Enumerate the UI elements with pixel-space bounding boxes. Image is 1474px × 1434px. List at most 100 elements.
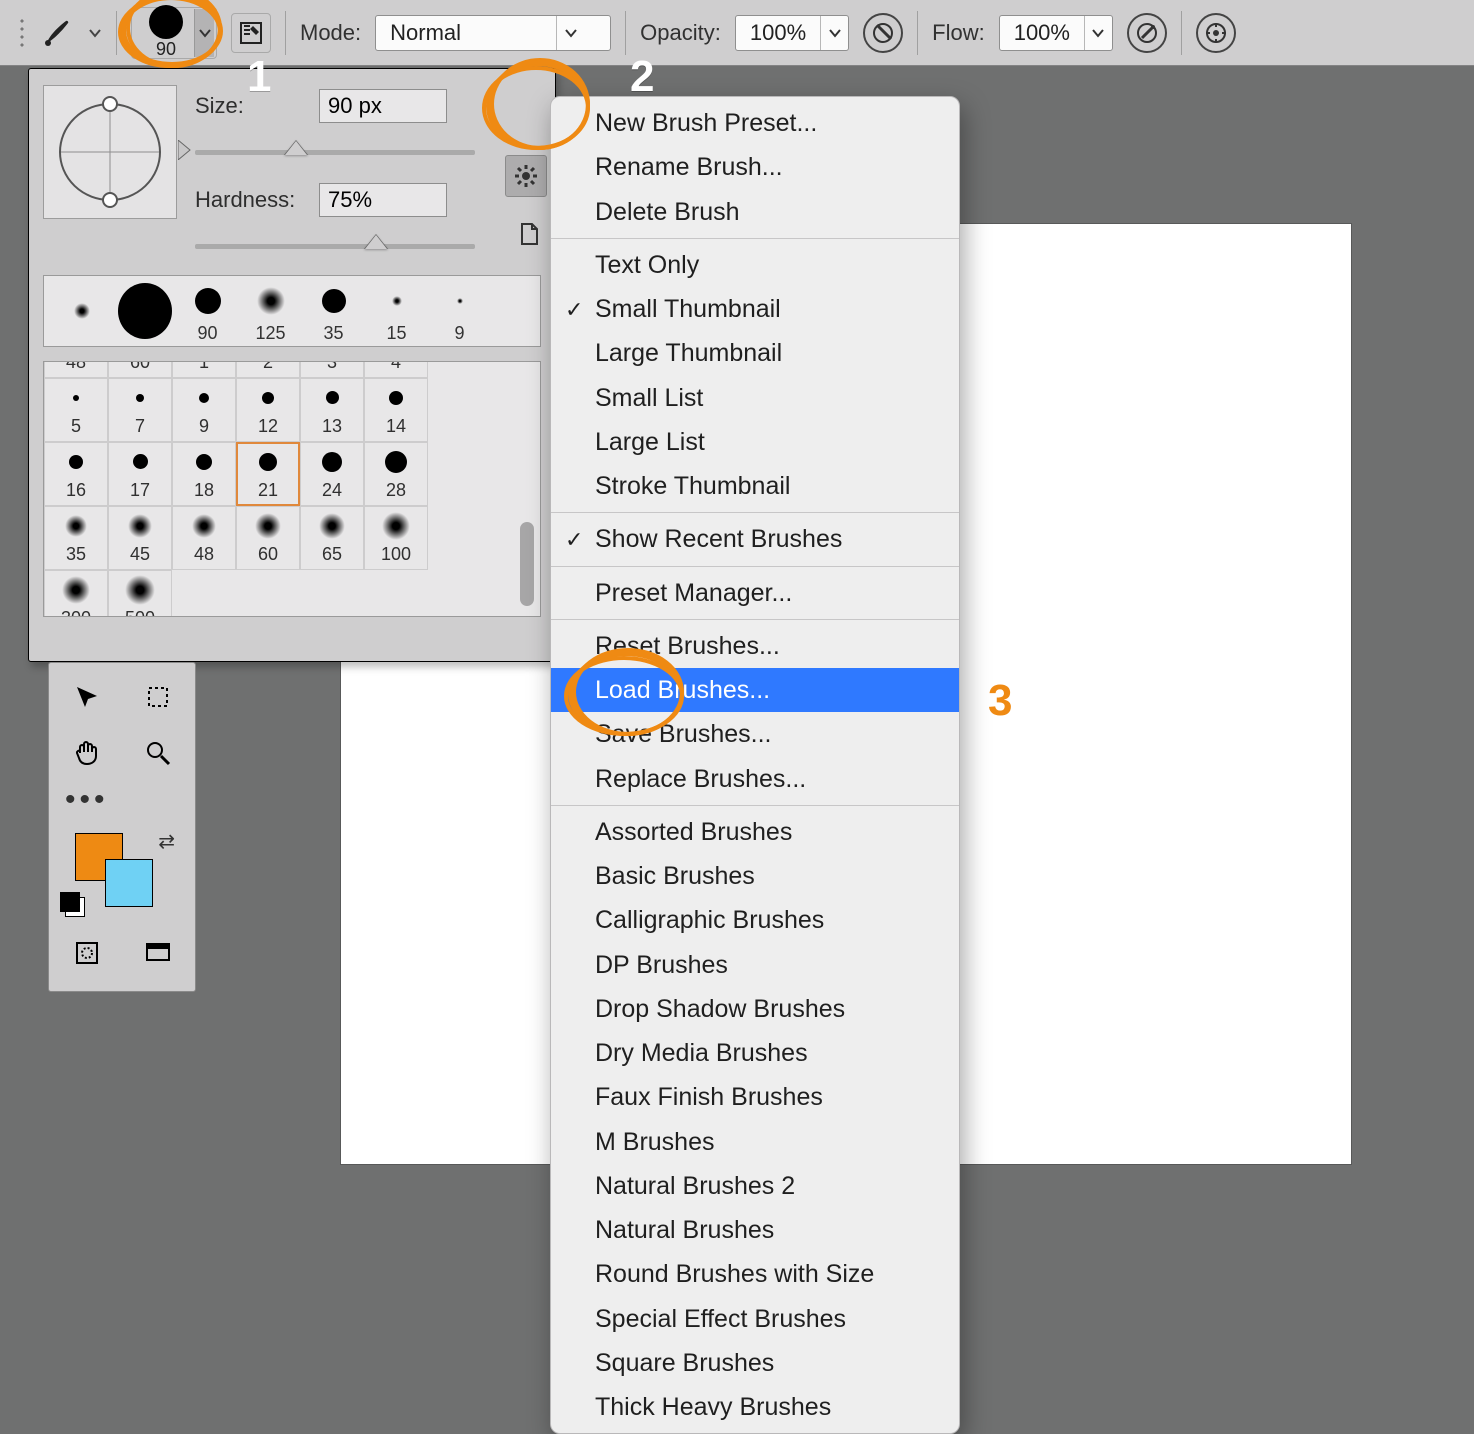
menu-item[interactable]: Large Thumbnail: [551, 331, 959, 375]
menu-item[interactable]: Rename Brush...: [551, 145, 959, 189]
menu-item[interactable]: Load Brushes...: [551, 668, 959, 712]
menu-item[interactable]: Large List: [551, 420, 959, 464]
brush-grid-cell[interactable]: 3: [300, 361, 364, 378]
tools-overflow-icon[interactable]: •••: [55, 781, 189, 823]
menu-item-label: M Brushes: [595, 1128, 714, 1156]
brush-chip-chevron-icon[interactable]: [194, 9, 214, 57]
brush-grid-cell[interactable]: 18: [172, 442, 236, 506]
menu-item[interactable]: Square Brushes: [551, 1341, 959, 1385]
menu-item[interactable]: Faux Finish Brushes: [551, 1075, 959, 1119]
recent-brushes-strip: 9012535159: [43, 275, 541, 347]
tool-variant-chevron-icon[interactable]: [88, 16, 102, 50]
new-preset-icon[interactable]: [513, 217, 547, 251]
opacity-field[interactable]: 100%: [735, 15, 849, 51]
menu-item[interactable]: Preset Manager...: [551, 571, 959, 615]
move-tool-icon[interactable]: [59, 675, 115, 719]
brush-angle-widget[interactable]: [43, 85, 177, 219]
mode-select[interactable]: Normal: [375, 15, 611, 51]
brush-grid-cell[interactable]: 45: [108, 506, 172, 570]
brush-grid-cell[interactable]: 100: [364, 506, 428, 570]
brush-grid-cell[interactable]: 65: [300, 506, 364, 570]
menu-item[interactable]: Basic Brushes: [551, 854, 959, 898]
menu-item[interactable]: Text Only: [551, 243, 959, 287]
annotation-number-1: 1: [247, 52, 271, 102]
pressure-opacity-button[interactable]: [863, 13, 903, 53]
menu-item[interactable]: Delete Brush: [551, 190, 959, 234]
brush-grid-cell[interactable]: 500: [108, 570, 172, 617]
recent-brush-cell[interactable]: 90: [176, 276, 239, 346]
menu-item[interactable]: ✓Show Recent Brushes: [551, 517, 959, 561]
pressure-size-button[interactable]: [1196, 13, 1236, 53]
menu-item[interactable]: Replace Brushes...: [551, 757, 959, 801]
brush-grid-cell[interactable]: 4: [364, 361, 428, 378]
brush-preset-chip[interactable]: 90: [131, 7, 217, 59]
brush-grid-cell[interactable]: 2: [236, 361, 300, 378]
brush-grid-cell[interactable]: 1: [172, 361, 236, 378]
menu-item-label: Rename Brush...: [595, 153, 783, 181]
brush-grid-cell[interactable]: 60: [236, 506, 300, 570]
screen-mode-icon[interactable]: [130, 931, 186, 975]
artboard-tool-icon[interactable]: [130, 675, 186, 719]
menu-item[interactable]: Natural Brushes: [551, 1208, 959, 1252]
brush-grid-cell[interactable]: 7: [108, 378, 172, 442]
brush-grid-cell[interactable]: 24: [300, 442, 364, 506]
swap-colors-icon[interactable]: ⇄: [158, 829, 175, 854]
recent-brush-cell[interactable]: [113, 276, 176, 346]
hardness-slider[interactable]: [195, 235, 475, 257]
brush-grid-cell[interactable]: 13: [300, 378, 364, 442]
menu-item-label: Calligraphic Brushes: [595, 906, 824, 934]
menu-item[interactable]: Assorted Brushes: [551, 810, 959, 854]
menu-item[interactable]: Save Brushes...: [551, 712, 959, 756]
brush-grid-label: 60: [130, 361, 150, 373]
brush-grid-cell[interactable]: 12: [236, 378, 300, 442]
brush-grid-scrollbar[interactable]: [520, 522, 534, 606]
recent-brush-cell[interactable]: 15: [365, 276, 428, 346]
recent-brush-cell[interactable]: [50, 276, 113, 346]
brush-grid-cell[interactable]: 17: [108, 442, 172, 506]
recent-brush-cell[interactable]: 35: [302, 276, 365, 346]
menu-item[interactable]: Natural Brushes 2: [551, 1164, 959, 1208]
brush-panel-toggle-button[interactable]: [231, 13, 271, 53]
recent-brush-cell[interactable]: 125: [239, 276, 302, 346]
brush-grid-cell[interactable]: 48: [44, 361, 108, 378]
brush-grid-cell[interactable]: 35: [44, 506, 108, 570]
menu-item[interactable]: Thick Heavy Brushes: [551, 1385, 959, 1429]
default-colors-icon[interactable]: [65, 897, 85, 917]
brush-grid-cell[interactable]: 28: [364, 442, 428, 506]
brush-grid-cell[interactable]: 14: [364, 378, 428, 442]
annotation-number-3: 3: [988, 676, 1012, 726]
menu-item[interactable]: M Brushes: [551, 1120, 959, 1164]
brush-grid-cell[interactable]: 16: [44, 442, 108, 506]
menu-item[interactable]: Dry Media Brushes: [551, 1031, 959, 1075]
brush-grid-cell[interactable]: 300: [44, 570, 108, 617]
quick-mask-icon[interactable]: [59, 931, 115, 975]
menu-item[interactable]: DP Brushes: [551, 943, 959, 987]
brush-grid-cell[interactable]: 21: [236, 442, 300, 506]
options-bar-grip[interactable]: [18, 17, 26, 49]
menu-item[interactable]: Calligraphic Brushes: [551, 898, 959, 942]
menu-item[interactable]: Reset Brushes...: [551, 624, 959, 668]
flow-field[interactable]: 100%: [999, 15, 1113, 51]
brush-grid-cell[interactable]: 48: [172, 506, 236, 570]
brush-grid-cell[interactable]: 5: [44, 378, 108, 442]
menu-item[interactable]: Drop Shadow Brushes: [551, 987, 959, 1031]
size-slider[interactable]: [195, 141, 475, 163]
menu-item[interactable]: Stroke Thumbnail: [551, 464, 959, 508]
zoom-tool-icon[interactable]: [130, 731, 186, 775]
menu-item[interactable]: Special Effect Brushes: [551, 1297, 959, 1341]
brush-grid-cell[interactable]: 9: [172, 378, 236, 442]
brush-panel-menu-button[interactable]: [505, 155, 547, 197]
size-input[interactable]: 90 px: [319, 89, 447, 123]
menu-item-label: Stroke Thumbnail: [595, 472, 790, 500]
menu-item[interactable]: ✓Small Thumbnail: [551, 287, 959, 331]
recent-brush-cell[interactable]: 9: [428, 276, 491, 346]
hardness-input[interactable]: 75%: [319, 183, 447, 217]
brush-grid-label: 5: [71, 416, 81, 437]
background-color-swatch[interactable]: [105, 859, 153, 907]
hand-tool-icon[interactable]: [59, 731, 115, 775]
airbrush-button[interactable]: [1127, 13, 1167, 53]
brush-grid-cell[interactable]: 60: [108, 361, 172, 378]
menu-item[interactable]: Round Brushes with Size: [551, 1252, 959, 1296]
menu-item[interactable]: Small List: [551, 376, 959, 420]
menu-item[interactable]: New Brush Preset...: [551, 101, 959, 145]
